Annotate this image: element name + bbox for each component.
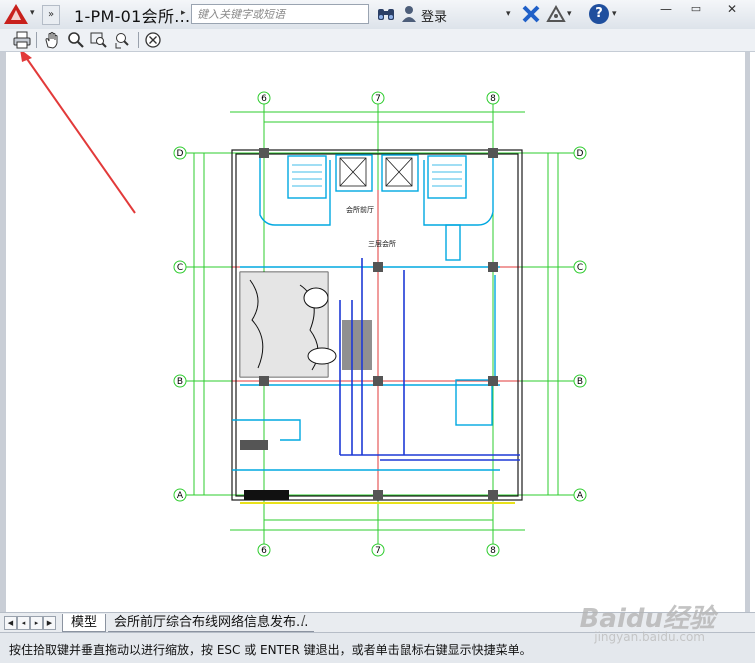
document-title: 1-PM-01会所... (74, 7, 191, 26)
window-maximize-button[interactable]: ▭ (685, 2, 707, 16)
room-label: 会所前厅 (346, 205, 374, 214)
plot-button[interactable] (12, 31, 32, 49)
autocad-logo-icon[interactable] (3, 3, 29, 25)
exchange-x-icon[interactable] (521, 4, 541, 24)
previous-tab-icon[interactable]: ◂ (17, 616, 30, 630)
binoculars-icon[interactable] (376, 5, 396, 23)
first-tab-icon[interactable]: ◀ (4, 616, 17, 630)
grid-bubble-label: D (577, 149, 584, 159)
window-minimize-button[interactable]: — (655, 2, 677, 16)
tab-model[interactable]: 模型 (62, 614, 107, 632)
magnifier-icon (68, 32, 84, 48)
next-tab-icon[interactable]: ▸ (30, 616, 43, 630)
grid-bubble-label: C (177, 263, 183, 273)
grid-bubble-label: 7 (375, 546, 381, 556)
close-circle-icon (145, 32, 161, 48)
grid-bubble-label: 8 (490, 94, 496, 104)
grid-bubble-label: B (577, 377, 583, 387)
room-label: 三层会所 (368, 239, 396, 248)
elevator-shafts (339, 157, 413, 187)
title-bar: ▾ » 1-PM-01会所... ▸ 键入关键字或短语 登录 ▾ ▾ ? ▾ —… (0, 0, 755, 30)
zoom-previous-icon (115, 33, 129, 49)
floor-plan-drawing: 会所前厅 三层会所 6 7 8 6 7 8 D C B A D C B A (20, 52, 587, 557)
window-close-button[interactable]: ✕ (714, 2, 750, 17)
autodesk-triangle-icon[interactable] (546, 5, 566, 23)
annotation-arrowhead (20, 52, 32, 62)
search-input[interactable]: 键入关键字或短语 (191, 4, 369, 24)
watermark-url: jingyan.baidu.com (594, 630, 705, 644)
grid-bubble-label: A (177, 491, 184, 501)
stay-connected-dropdown-icon[interactable]: ▾ (567, 9, 572, 19)
grid-bubble-label: 7 (375, 94, 381, 104)
last-tab-icon[interactable]: ▶ (43, 616, 56, 630)
toolbar-separator (138, 32, 139, 48)
zoom-window-icon (90, 32, 107, 48)
annotation-arrow (24, 55, 136, 214)
login-dropdown-icon[interactable]: ▾ (506, 9, 511, 19)
stair-treads (292, 164, 462, 187)
grid-bubble-label: 6 (261, 546, 267, 556)
tab-separator: / (301, 614, 306, 629)
grid-bubble-label: D (177, 149, 184, 159)
tab-layout[interactable]: 会所前厅综合布线网络信息发布... (108, 614, 315, 632)
app-menu-dropdown-icon[interactable]: ▾ (30, 8, 40, 20)
pan-button[interactable] (42, 31, 62, 49)
close-preview-button[interactable] (143, 31, 163, 49)
grid-bubble-label: B (177, 377, 183, 387)
quick-access-expand-icon[interactable]: » (42, 5, 60, 25)
user-icon[interactable] (401, 5, 417, 23)
zoom-window-button[interactable] (89, 31, 109, 49)
toolbar-separator (36, 32, 37, 48)
title-expand-icon[interactable]: ▸ (181, 8, 186, 18)
printer-icon (13, 31, 31, 49)
zoom-realtime-button[interactable] (66, 31, 86, 49)
command-prompt: 按住拾取键并垂直拖动以进行缩放，按 ESC 或 ENTER 键退出，或者单击鼠标… (9, 643, 532, 657)
grid-bubble-label: 6 (261, 94, 267, 104)
hand-icon (45, 32, 58, 49)
grid-bubble-label: A (577, 491, 584, 501)
help-dropdown-icon[interactable]: ▾ (612, 9, 617, 19)
help-icon[interactable]: ? (589, 4, 609, 24)
login-button[interactable]: 登录 (421, 6, 447, 25)
view-toolbar (0, 29, 755, 52)
grid-bubble-label: C (577, 263, 583, 273)
zoom-previous-button[interactable] (112, 31, 132, 49)
grid-bubble-label: 8 (490, 546, 496, 556)
